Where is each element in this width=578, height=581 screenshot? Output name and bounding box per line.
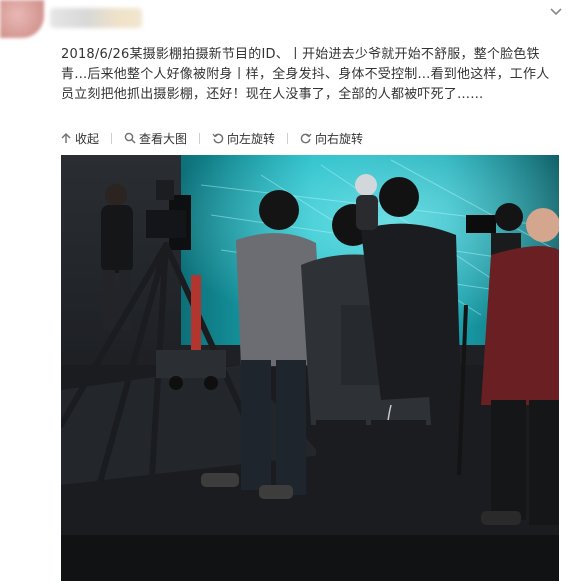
collapse-up-icon [61,133,71,143]
rotate-left-label: 向左旋转 [227,131,276,146]
crew-member-red [481,208,559,525]
username-blurred[interactable] [50,8,142,28]
studio-scene [61,155,559,581]
rotate-right-button[interactable]: 向右旋转 [300,130,363,147]
collapse-label: 收起 [75,131,100,146]
image-toolbar: 收起 查看大图 向左旋转 向右旋转 [60,128,375,148]
weibo-post-card: 2018/6/26某摄影棚拍摄新节目的ID、丨开始进去少爷就开始不舒服，整个脸色… [0,0,578,581]
toolbar-divider [287,132,289,144]
toolbar-divider [111,132,113,144]
rotate-left-icon [212,133,224,144]
magnify-icon [124,132,136,144]
view-large-button[interactable]: 查看大图 [124,130,187,147]
rotate-right-icon [300,133,312,144]
rotate-right-label: 向右旋转 [315,131,364,146]
post-text: 2018/6/26某摄影棚拍摄新节目的ID、丨开始进去少爷就开始不舒服，整个脸色… [61,47,550,102]
chevron-down-icon[interactable] [548,4,564,20]
view-large-label: 查看大图 [139,131,188,146]
rotate-left-button[interactable]: 向左旋转 [212,130,275,147]
post-header [0,0,578,40]
avatar[interactable] [0,0,44,38]
post-photo[interactable] [61,155,559,581]
person-on-stage [355,174,378,230]
foreground-shadow [61,535,559,581]
collapse-button[interactable]: 收起 [60,130,99,147]
toolbar-divider [199,132,201,144]
